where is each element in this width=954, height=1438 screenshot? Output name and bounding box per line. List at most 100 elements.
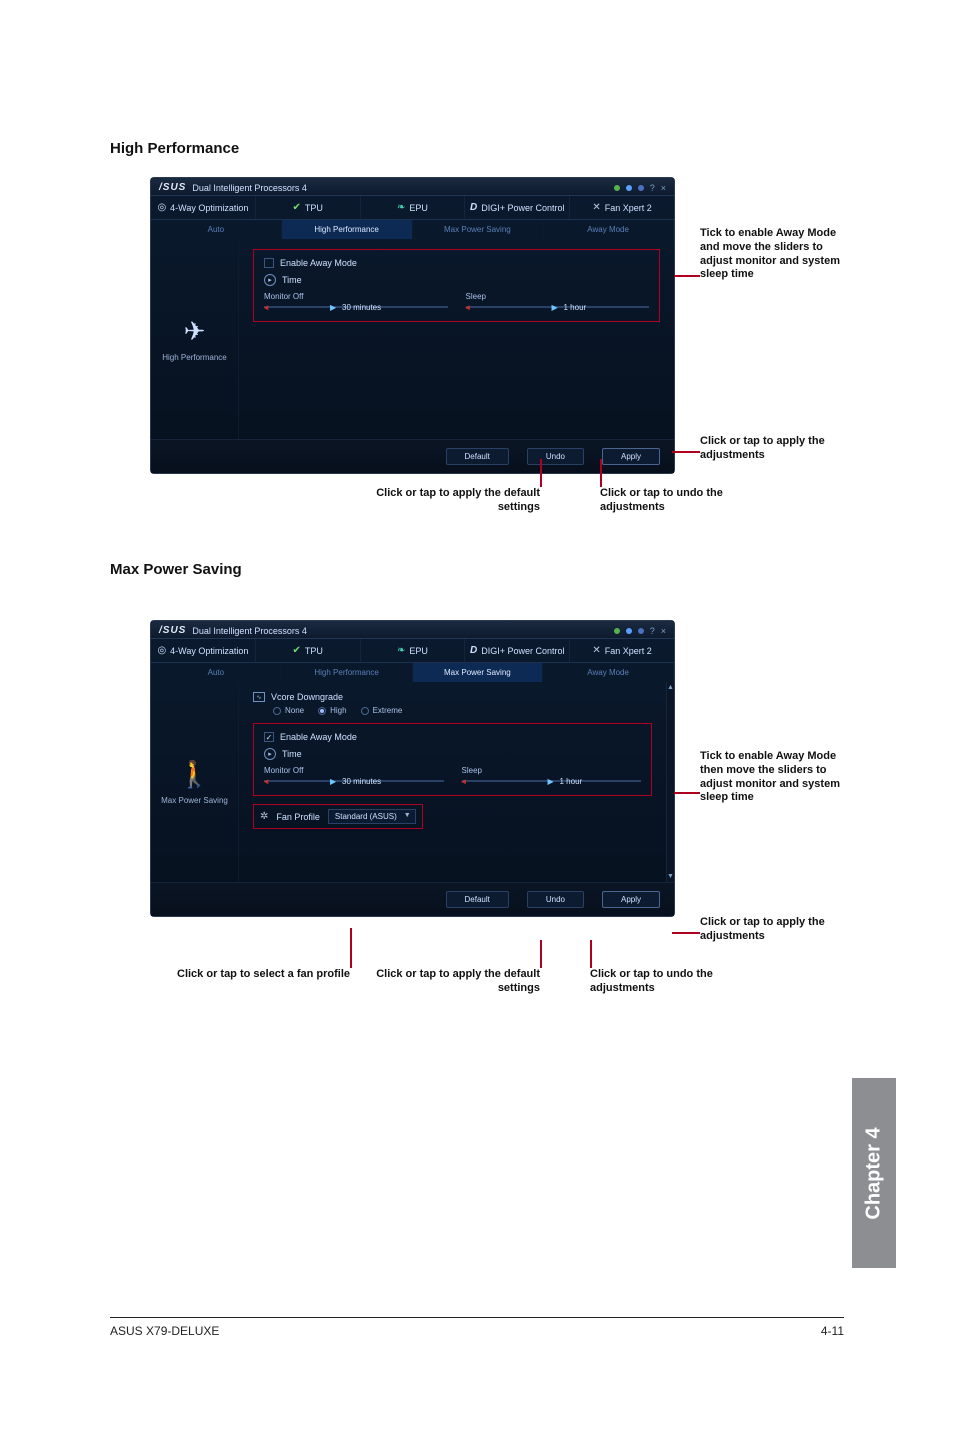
tab-max-power-saving[interactable]: Max Power Saving	[413, 663, 544, 682]
checkbox-enable-away[interactable]	[264, 258, 274, 268]
help-icon[interactable]: ?	[650, 183, 655, 193]
nav-digi[interactable]: DDIGI+ Power Control	[465, 196, 570, 219]
nav-label: TPU	[305, 203, 323, 213]
enable-away-label: Enable Away Mode	[280, 258, 357, 268]
brand-logo: /SUS	[159, 625, 186, 636]
nav-digi[interactable]: DDIGI+ Power Control	[465, 639, 570, 662]
scrollbar[interactable]: ▲ ▼	[666, 682, 674, 882]
nav-4way[interactable]: ◎4-Way Optimization	[151, 196, 256, 219]
close-icon[interactable]: ×	[661, 183, 666, 193]
radio-high[interactable]: High	[318, 706, 346, 715]
apply-button[interactable]: Apply	[602, 891, 660, 908]
sleep-value: 1 hour	[564, 303, 587, 312]
titlebar-right: ? ×	[614, 183, 666, 193]
titlebar: /SUS Dual Intelligent Processors 4 ? ×	[151, 621, 674, 639]
monitor-off-label: Monitor Off	[264, 292, 448, 301]
sleep-label: Sleep	[466, 292, 650, 301]
monitor-off-group: Monitor Off ◄ ▶ 30 minutes	[264, 292, 448, 311]
nav-label: 4-Way Optimization	[170, 646, 248, 656]
nav-label: EPU	[409, 646, 428, 656]
sleep-slider[interactable]: ◄ ▶ 1 hour	[462, 777, 642, 785]
undo-button[interactable]: Undo	[527, 891, 584, 908]
top-nav: ◎4-Way Optimization ✔TPU ❧ EPU DDIGI+ Pow…	[151, 639, 674, 663]
callout-apply: Click or tap to apply the adjustments	[700, 435, 830, 463]
vcore-title: Vcore Downgrade	[271, 692, 343, 702]
page-footer: ASUS X79-DELUXE 4-11	[110, 1317, 844, 1338]
scroll-down-icon[interactable]: ▼	[667, 873, 674, 880]
clock-icon: ▸	[264, 274, 276, 286]
app-window-hp: /SUS Dual Intelligent Processors 4 ? × ◎…	[150, 177, 675, 474]
enable-away-row: ✓ Enable Away Mode	[264, 732, 641, 742]
sleep-value: 1 hour	[560, 777, 583, 786]
monitor-off-value: 30 minutes	[342, 303, 381, 312]
tab-high-performance[interactable]: High Performance	[282, 220, 413, 239]
checkbox-enable-away[interactable]: ✓	[264, 732, 274, 742]
default-button[interactable]: Default	[446, 448, 509, 465]
monitor-off-slider[interactable]: ◄ ▶ 30 minutes	[264, 777, 444, 785]
app-body: 🚶 Max Power Saving ∿ Vcore Downgrade Non…	[151, 682, 674, 882]
nav-epu[interactable]: ❧ EPU	[361, 639, 466, 662]
footer-left: ASUS X79-DELUXE	[110, 1324, 219, 1338]
side-column: 🚶 Max Power Saving	[151, 682, 239, 882]
status-dot-icon	[638, 185, 644, 191]
arrow-left-icon: ◄	[262, 303, 270, 312]
plane-icon: ✈	[184, 316, 206, 347]
radio-extreme[interactable]: Extreme	[361, 706, 403, 715]
vcore-options: None High Extreme	[253, 706, 652, 715]
scroll-up-icon[interactable]: ▲	[667, 684, 674, 691]
callout-fan-profile: Click or tap to select a fan profile	[160, 968, 350, 982]
mode-tabs: Auto High Performance Max Power Saving A…	[151, 663, 674, 682]
digi-icon: D	[470, 202, 477, 213]
titlebar-right: ? ×	[614, 626, 666, 636]
close-icon[interactable]: ×	[661, 626, 666, 636]
side-label: High Performance	[162, 353, 226, 362]
settings-panel: ∿ Vcore Downgrade None High Extreme ✓ En…	[239, 682, 666, 882]
slider-row: Monitor Off ◄ ▶ 30 minutes Sleep ◄	[264, 766, 641, 785]
nav-epu[interactable]: ❧EPU	[361, 196, 466, 219]
callout-away-mode: Tick to enable Away Mode and move the sl…	[700, 227, 840, 282]
settings-panel: Enable Away Mode ▸ Time Monitor Off ◄ ▶	[239, 239, 674, 439]
nav-fan[interactable]: ✕Fan Xpert 2	[570, 196, 674, 219]
footer-bar: Default Undo Apply	[151, 439, 674, 473]
apply-button[interactable]: Apply	[602, 448, 660, 465]
nav-label: EPU	[409, 203, 428, 213]
side-column: ✈ High Performance	[151, 239, 239, 439]
status-dot-icon	[626, 185, 632, 191]
tab-high-performance[interactable]: High Performance	[282, 663, 413, 682]
arrow-left-icon: ◄	[262, 777, 270, 786]
help-icon[interactable]: ?	[650, 626, 655, 636]
status-dot-icon	[626, 628, 632, 634]
tab-away-mode[interactable]: Away Mode	[543, 220, 674, 239]
play-icon: ▶	[552, 303, 558, 312]
undo-button[interactable]: Undo	[527, 448, 584, 465]
fan-profile-dropdown[interactable]: Standard (ASUS)	[328, 809, 416, 824]
play-icon: ▶	[330, 777, 336, 786]
away-mode-box: ✓ Enable Away Mode ▸ Time Monitor Off ◄	[253, 723, 652, 796]
tab-auto[interactable]: Auto	[151, 663, 282, 682]
callout-undo: Click or tap to undo the adjustments	[590, 968, 780, 996]
tab-max-power-saving[interactable]: Max Power Saving	[413, 220, 544, 239]
leaf-icon: ❧	[397, 645, 405, 656]
nav-label: 4-Way Optimization	[170, 203, 248, 213]
nav-fan[interactable]: ✕Fan Xpert 2	[570, 639, 674, 662]
tab-away-mode[interactable]: Away Mode	[543, 663, 674, 682]
nav-label: DIGI+ Power Control	[481, 646, 564, 656]
fan-profile-row: ✲ Fan Profile Standard (ASUS)	[253, 804, 423, 829]
default-button[interactable]: Default	[446, 891, 509, 908]
nav-tpu[interactable]: ✔TPU	[256, 196, 361, 219]
fan-icon: ✕	[592, 202, 600, 213]
sleep-slider[interactable]: ◄ ▶ 1 hour	[466, 303, 650, 311]
nav-tpu[interactable]: ✔TPU	[256, 639, 361, 662]
callout-default: Click or tap to apply the default settin…	[360, 968, 540, 996]
monitor-off-slider[interactable]: ◄ ▶ 30 minutes	[264, 303, 448, 311]
nav-4way[interactable]: ◎4-Way Optimization	[151, 639, 256, 662]
away-mode-box: Enable Away Mode ▸ Time Monitor Off ◄ ▶	[253, 249, 660, 322]
status-dot-icon	[614, 185, 620, 191]
sleep-group: Sleep ◄ ▶ 1 hour	[462, 766, 642, 785]
monitor-off-label: Monitor Off	[264, 766, 444, 775]
callout-away-mode: Tick to enable Away Mode then move the s…	[700, 750, 840, 805]
status-dot-icon	[614, 628, 620, 634]
tab-auto[interactable]: Auto	[151, 220, 282, 239]
fan-profile-label: Fan Profile	[276, 812, 320, 822]
radio-none[interactable]: None	[273, 706, 304, 715]
